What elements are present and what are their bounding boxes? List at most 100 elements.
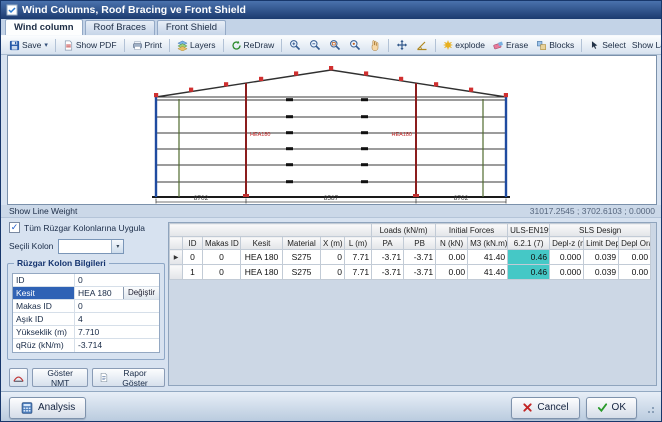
cell[interactable]: 0.000 (549, 264, 585, 280)
show-report-button[interactable]: Rapor Göster (92, 367, 165, 388)
cancel-button[interactable]: Cancel (511, 396, 580, 419)
uls-ratio-cell[interactable]: 0.46 (507, 264, 551, 280)
print-button[interactable]: Print (128, 37, 166, 53)
cell[interactable]: HEA 180 (240, 264, 283, 280)
cell[interactable]: 0.00 (435, 249, 469, 265)
zoom-extents-button[interactable] (345, 37, 365, 53)
cell[interactable]: -3.71 (371, 249, 405, 265)
selected-column-select[interactable]: ▾ (58, 238, 125, 254)
ok-label: OK (611, 402, 626, 413)
col-l[interactable]: L (m) (343, 236, 373, 250)
cell[interactable]: 0 (202, 264, 241, 280)
cell[interactable]: 7.71 (343, 249, 373, 265)
change-section-button[interactable]: Değiştir (123, 287, 159, 299)
cell[interactable]: 0 (202, 249, 241, 265)
select-button[interactable]: Select (585, 37, 630, 53)
cell[interactable]: -3.71 (371, 264, 405, 280)
ok-button[interactable]: OK (585, 396, 637, 419)
property-row-qruz[interactable]: qRüz (kN/m) -3.714 (13, 339, 159, 352)
resize-grip[interactable] (643, 402, 655, 414)
property-row-kesit[interactable]: Kesit HEA 180 Değiştir (13, 287, 159, 300)
blocks-button[interactable]: Blocks (532, 37, 578, 53)
col-m3[interactable]: M3 (kN.m) (467, 236, 509, 250)
row-selector-header (169, 236, 183, 250)
cell[interactable]: -3.71 (403, 264, 437, 280)
apply-all-checkbox[interactable]: ✓ (9, 222, 20, 233)
cell[interactable]: 41.40 (467, 264, 509, 280)
redraw-button[interactable]: ReDraw (227, 37, 279, 53)
zoom-in-button[interactable] (285, 37, 305, 53)
property-row-yukseklik[interactable]: Yükseklik (m) 7.710 (13, 326, 159, 339)
table-row[interactable]: 1 0 HEA 180 S275 0 7.71 -3.71 -3.71 0.00… (169, 264, 652, 280)
structure-drawing: HEA180 HEA180 8702 8587 8702 (152, 66, 510, 204)
cell[interactable]: 0 (182, 249, 203, 265)
col-depl-z[interactable]: Depl-z (m) (549, 236, 585, 250)
layers-button[interactable]: Layers (173, 37, 220, 53)
col-pa[interactable]: PA (371, 236, 405, 250)
zoom-out-button[interactable] (305, 37, 325, 53)
col-x[interactable]: X (m) (320, 236, 345, 250)
group-title: Rüzgar Kolon Bilgileri (14, 258, 109, 268)
col-makas-id[interactable]: Makas ID (202, 236, 241, 250)
results-grid-pane: Loads (kN/m) Initial Forces ULS-EN1993-1… (168, 222, 657, 386)
col-621-7[interactable]: 6.2.1 (7) (507, 236, 551, 250)
zoom-window-button[interactable] (325, 37, 345, 53)
col-pb[interactable]: PB (403, 236, 437, 250)
analysis-icon (21, 401, 33, 414)
zoom-out-icon (310, 40, 321, 51)
col-material[interactable]: Material (282, 236, 321, 250)
tab-roof-braces[interactable]: Roof Braces (84, 20, 155, 35)
cell[interactable]: 0 (320, 249, 345, 265)
drawing-canvas[interactable]: HEA180 HEA180 8702 8587 8702 (7, 55, 657, 205)
col-n[interactable]: N (kN) (435, 236, 469, 250)
property-row-id[interactable]: ID 0 (13, 274, 159, 287)
table-row[interactable]: ▶ 0 0 HEA 180 S275 0 7.71 -3.71 -3.71 0.… (169, 249, 652, 265)
cell[interactable]: S275 (282, 249, 321, 265)
show-report-label: Rapor Göster (122, 367, 148, 388)
property-row-makas-id[interactable]: Makas ID 0 (13, 300, 159, 313)
cell[interactable]: -3.71 (403, 249, 437, 265)
cell[interactable]: 0.00 (618, 249, 652, 265)
print-icon (132, 40, 142, 50)
cell[interactable]: S275 (282, 264, 321, 280)
explode-icon (443, 40, 454, 50)
cell[interactable]: 0.000 (549, 249, 585, 265)
cell[interactable]: 0.00 (618, 264, 652, 280)
cursor-coordinates: 31017.2545 ; 3702.6103 ; 0.0000 (529, 206, 655, 216)
move-icon (397, 39, 408, 51)
analysis-button[interactable]: Analysis (9, 396, 87, 419)
angle-button[interactable] (412, 37, 432, 53)
roof-chord (155, 69, 507, 98)
cell[interactable]: 7.71 (343, 264, 373, 280)
save-icon (9, 40, 20, 50)
tab-front-shield[interactable]: Front Shield (156, 20, 227, 35)
cell[interactable]: 0.039 (583, 264, 620, 280)
cell[interactable]: 41.40 (467, 249, 509, 265)
uls-ratio-cell[interactable]: 0.46 (507, 249, 551, 265)
col-limit-depl[interactable]: Limit Depl... (583, 236, 620, 250)
move-button[interactable] (392, 37, 412, 53)
cell[interactable]: 0.039 (583, 249, 620, 265)
cell[interactable]: 0 (320, 264, 345, 280)
wind-column-panel: ✓ Tüm Rüzgar Kolonlarına Uygula Seçili K… (7, 218, 165, 390)
col-id[interactable]: ID (182, 236, 203, 250)
pan-button[interactable] (365, 37, 385, 53)
show-line-weight-toggle[interactable]: Show Line Weight (9, 206, 77, 216)
row-selector[interactable] (169, 264, 183, 280)
property-row-asik-id[interactable]: Aşık ID 4 (13, 313, 159, 326)
cell[interactable]: 1 (182, 264, 203, 280)
explode-button[interactable]: explode (439, 37, 489, 53)
cell[interactable]: HEA 180 (240, 249, 283, 265)
show-nmt-button[interactable]: Göster NMT (32, 368, 89, 388)
tab-wind-column[interactable]: Wind column (5, 19, 83, 35)
save-button[interactable]: Save ▾ (5, 37, 52, 53)
show-layer-list-button[interactable]: Show Layer List (630, 40, 661, 50)
analysis-label: Analysis (38, 402, 76, 413)
moment-diagram-button[interactable] (9, 368, 29, 387)
current-row-marker[interactable]: ▶ (169, 249, 183, 265)
col-kesit[interactable]: Kesit (240, 236, 283, 250)
col-depl-oran[interactable]: Depl Oran (618, 236, 652, 250)
show-pdf-button[interactable]: Show PDF (59, 37, 121, 53)
erase-button[interactable]: Erase (489, 37, 532, 53)
cell[interactable]: 0.00 (435, 264, 469, 280)
